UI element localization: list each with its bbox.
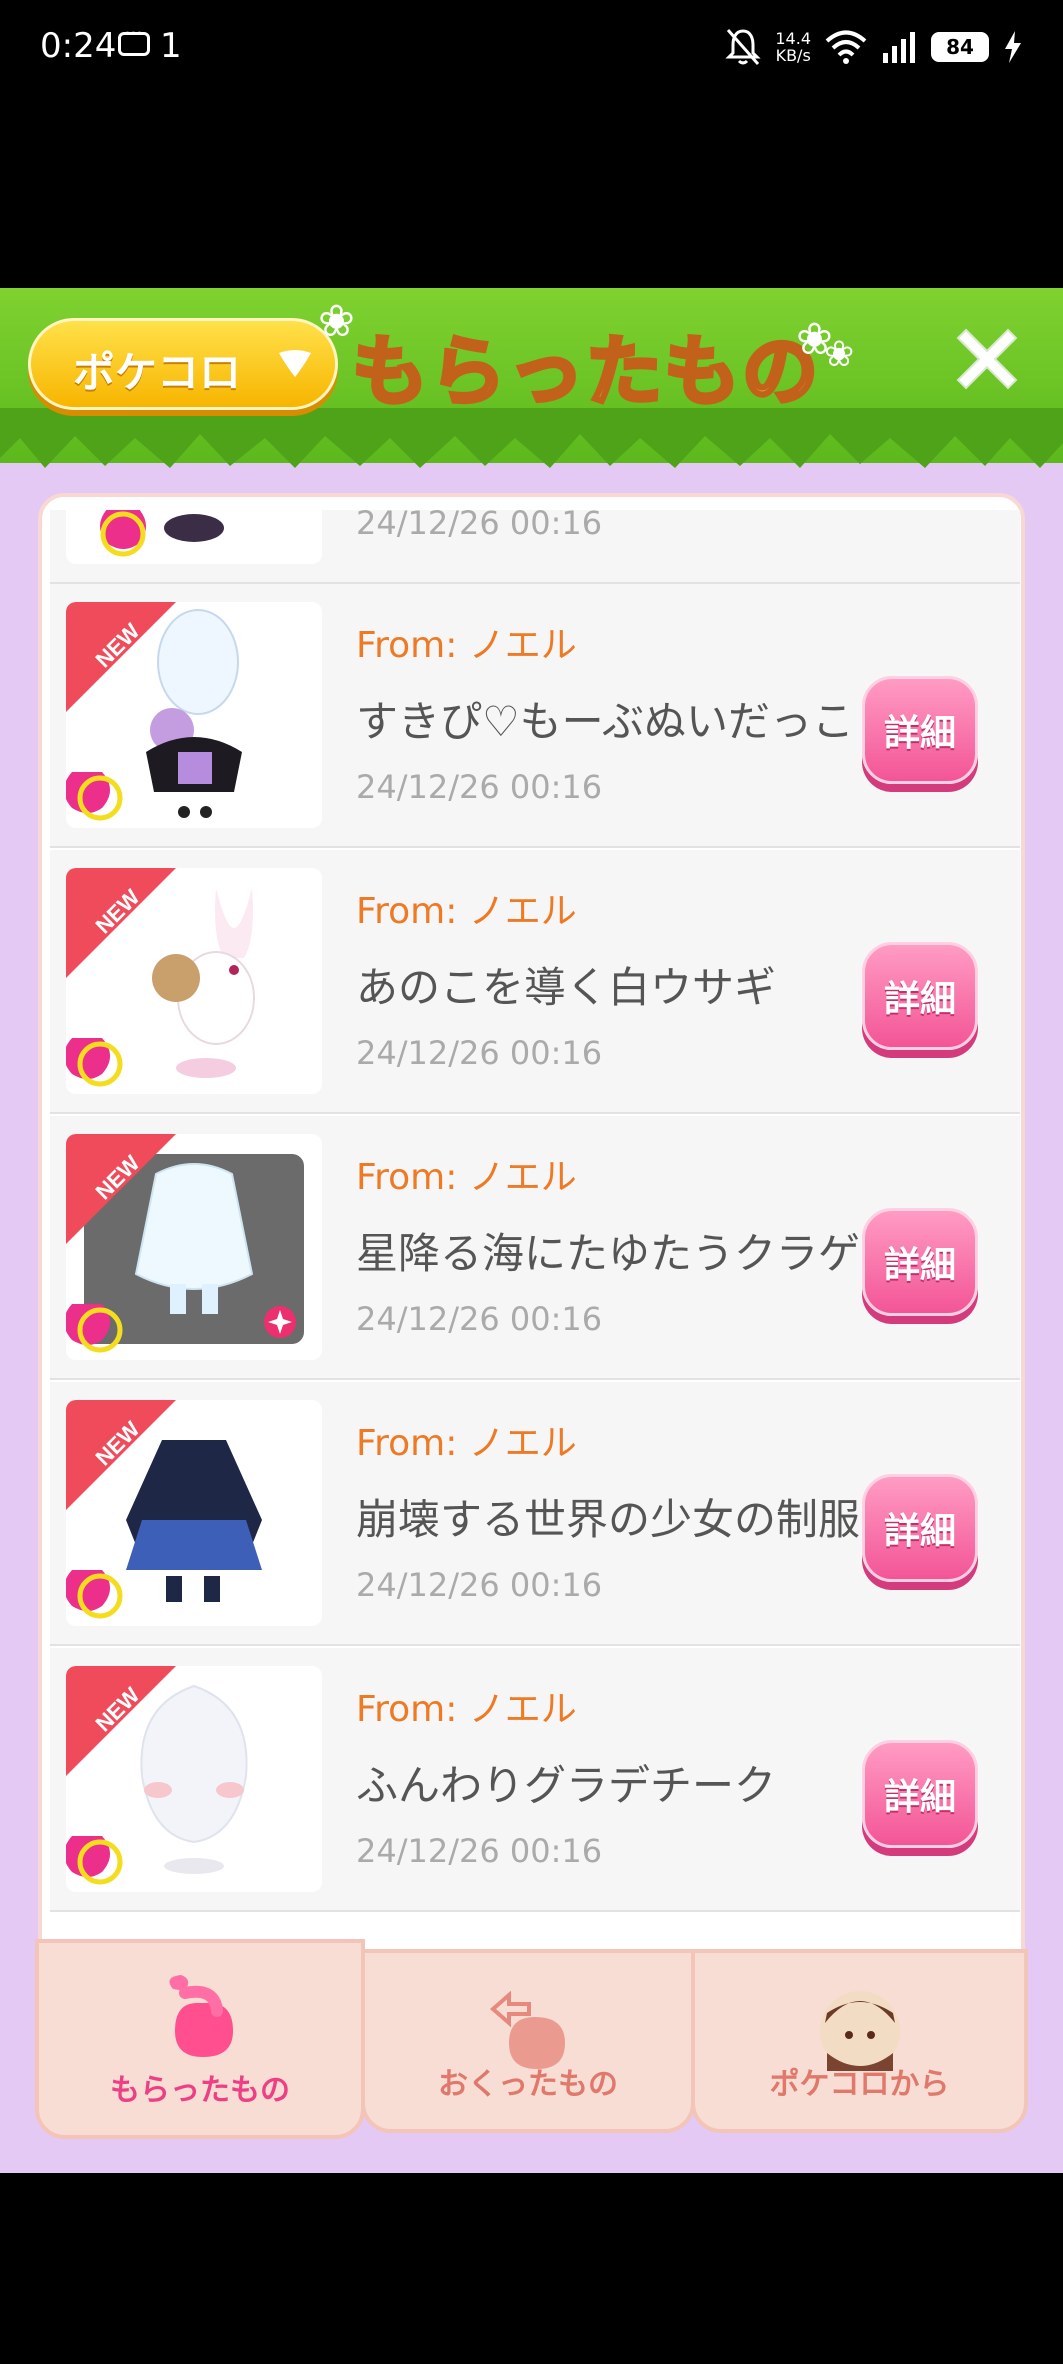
tab-bar: もらったもの おくったもの ポケコロから [35, 1939, 1028, 2143]
chevron-down-icon [279, 350, 311, 377]
message-icon [118, 22, 150, 56]
list-item: NEW From: ノエル あのこを導く白ウサギ 24/12/26 00:16 … [50, 850, 1020, 1114]
item-thumbnail: NEW [66, 1134, 322, 1360]
gift-name: すきぴ♡もーぶぬいだっこ [356, 697, 854, 746]
gift-from: From: ノエル [356, 1689, 577, 1730]
category-dropdown[interactable]: ポケコロ [28, 318, 338, 410]
detail-button[interactable]: 詳細 [862, 676, 978, 784]
gift-name: 星降る海にたゆたうクラゲ [356, 1229, 861, 1278]
signal-icon [883, 32, 915, 63]
list-item: NEW From: ノエル すきぴ♡もーぶぬいだっこ 24/12/26 00:1… [50, 584, 1020, 848]
gift-from: From: ノエル [356, 1423, 577, 1464]
gift-date: 24/12/26 00:16 [356, 1832, 603, 1870]
tab-label: おくったもの [438, 2067, 618, 2102]
list-item: 24/12/26 00:16 [50, 510, 1020, 584]
status-bar: 0:24 1 14.4 KB/s 84 [0, 0, 1063, 100]
flower-icon: ❀ [824, 334, 855, 375]
battery-icon: 84 [931, 32, 989, 62]
gift-name: あのこを導く白ウサギ [356, 963, 777, 1012]
net-speed: 14.4 KB/s [775, 29, 811, 65]
detail-button[interactable]: 詳細 [862, 1740, 978, 1848]
gift-from: From: ノエル [356, 625, 577, 666]
tab-received[interactable]: もらったもの [35, 1939, 365, 2139]
list-item: NEW From: ノエル 星降る海にたゆたうクラゲ 24/12/26 00:1… [50, 1116, 1020, 1380]
close-icon[interactable] [952, 324, 1022, 394]
item-thumbnail: NEW [66, 868, 322, 1094]
list-item: NEW From: ノエル 崩壊する世界の少女の制服 24/12/26 00:1… [50, 1382, 1020, 1646]
gift-name: ふんわりグラデチーク [356, 1761, 777, 1810]
tab-label: もらったもの [110, 2073, 290, 2108]
item-thumbnail [66, 510, 322, 564]
gift-date: 24/12/26 00:16 [356, 1566, 603, 1604]
tab-sent[interactable]: おくったもの [361, 1949, 695, 2133]
item-thumbnail: NEW [66, 1400, 322, 1626]
detail-button[interactable]: 詳細 [862, 942, 978, 1050]
gift-date: 24/12/26 00:16 [356, 1034, 603, 1072]
gift-list[interactable]: 24/12/26 00:16 NEW From: ノエル すきぴ♡もーぶぬいだっ… [50, 510, 1020, 2070]
item-thumbnail: NEW [66, 1666, 322, 1892]
wifi-icon [825, 30, 867, 64]
detail-button[interactable]: 詳細 [862, 1474, 978, 1582]
gift-date: 24/12/26 00:16 [356, 768, 603, 806]
item-thumbnail: NEW [66, 602, 322, 828]
gift-box-screen: ポケコロ ❀ もらったもの ❀ ❀ 24/12/26 00:16 NEW Fro… [0, 288, 1063, 2173]
header: ポケコロ ❀ もらったもの ❀ ❀ [0, 288, 1063, 468]
dropdown-label: ポケコロ [73, 348, 242, 397]
gift-from: From: ノエル [356, 1157, 577, 1198]
gift-date: 24/12/26 00:16 [356, 510, 603, 542]
list-item: NEW From: ノエル ふんわりグラデチーク 24/12/26 00:16 … [50, 1648, 1020, 1912]
charging-icon [1005, 31, 1021, 63]
tab-from-pokecolo[interactable]: ポケコロから [691, 1949, 1028, 2133]
mute-bell-icon [725, 29, 761, 65]
gift-name: 崩壊する世界の少女の制服 [356, 1495, 861, 1544]
candy-icon [169, 1975, 233, 2057]
tab-label: ポケコロから [769, 2067, 950, 2102]
gift-from: From: ノエル [356, 891, 577, 932]
gift-date: 24/12/26 00:16 [356, 1300, 603, 1338]
navigation-bar [0, 2173, 1063, 2364]
flower-icon: ❀ [318, 296, 355, 347]
page-title: もらったもの [350, 325, 820, 418]
status-time: 0:24 [40, 26, 117, 66]
notification-count: 1 [160, 26, 182, 66]
detail-button[interactable]: 詳細 [862, 1208, 978, 1316]
